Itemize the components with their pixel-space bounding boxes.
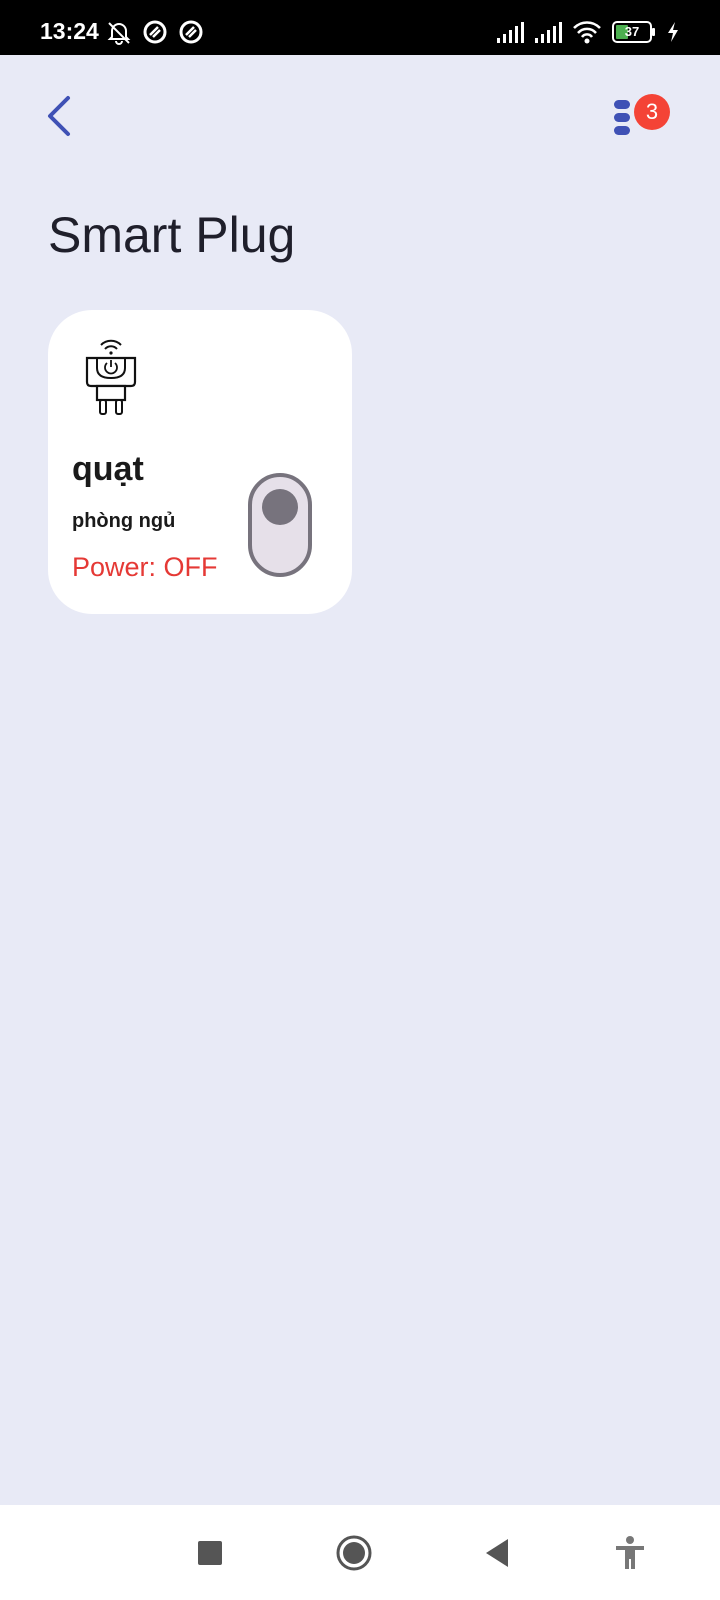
chevron-left-icon: [48, 96, 70, 136]
device-room: phòng ngủ: [72, 510, 176, 532]
signal-icon: [497, 22, 524, 43]
home-button[interactable]: [334, 1533, 374, 1573]
recents-button[interactable]: [190, 1533, 230, 1573]
battery-icon: 37: [612, 21, 656, 43]
nav-back-button[interactable]: [478, 1533, 518, 1573]
accessibility-icon: [616, 1536, 644, 1569]
signal-icon: [535, 22, 562, 43]
device-name: quạt: [72, 450, 144, 488]
battery-level: 37: [624, 24, 640, 39]
status-bar: 13:24 37: [0, 0, 720, 55]
toggle-knob: [262, 489, 298, 525]
sync-icon: [179, 20, 203, 44]
back-icon: [486, 1539, 508, 1567]
sync-icon: [143, 20, 167, 44]
navigation-bar: [0, 1505, 720, 1600]
status-icons-left: [106, 18, 204, 46]
menu-button[interactable]: 3: [612, 94, 672, 146]
smart-plug-icon: [85, 339, 137, 415]
muted-bell-icon: [107, 22, 131, 45]
recents-icon: [198, 1541, 222, 1565]
status-icons-right: 37: [496, 18, 680, 46]
charging-icon: [668, 22, 678, 42]
device-card[interactable]: quạt phòng ngủ Power: OFF: [48, 310, 352, 614]
status-time: 13:24: [40, 18, 99, 44]
page-title: Smart Plug: [48, 207, 296, 263]
power-toggle[interactable]: [248, 473, 312, 577]
back-button[interactable]: [40, 92, 80, 144]
accessibility-button[interactable]: [610, 1533, 650, 1573]
home-icon: [336, 1535, 372, 1571]
wifi-icon: [573, 21, 601, 44]
device-power-status: Power: OFF: [72, 552, 218, 582]
notification-badge: 3: [634, 94, 670, 130]
